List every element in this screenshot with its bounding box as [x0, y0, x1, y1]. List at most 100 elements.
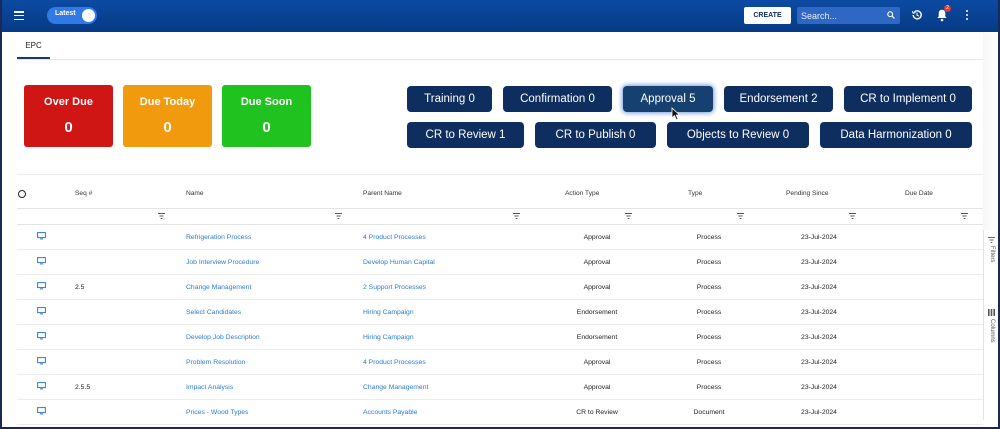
table-row[interactable]: Job Interview Procedure Develop Human Cap…	[17, 250, 983, 275]
app-window: Latest CREATE 2 EPC Over Due 0 Due Today…	[0, 0, 1000, 429]
seq-cell: 2.5.5	[75, 384, 91, 391]
type-cell: Process	[696, 259, 722, 266]
over-due-count: 0	[64, 119, 73, 136]
table-row[interactable]: 2.5 Change Management 2 Support Processes A…	[17, 275, 983, 300]
data-harmonization-queue-button[interactable]: Data Harmonization 0	[820, 122, 972, 148]
training-queue-button[interactable]: Training 0	[407, 86, 492, 112]
column-header-due-date[interactable]: Due Date	[905, 190, 933, 197]
table-row[interactable]: 2.5.5 Impact Analysis Change Management App…	[17, 375, 983, 400]
column-header-type[interactable]: Type	[688, 190, 702, 197]
name-link[interactable]: Change Management	[186, 284, 251, 291]
name-link[interactable]: Refrigeration Process	[186, 234, 251, 241]
monitor-icon[interactable]	[37, 382, 46, 390]
monitor-icon[interactable]	[37, 282, 46, 290]
toggle-knob	[82, 9, 95, 22]
action-type-cell: Approval	[583, 234, 611, 241]
name-link[interactable]: Impact Analysis	[186, 384, 233, 391]
pending-since-cell: 23-Jul-2024	[801, 259, 837, 266]
table-row[interactable]: Refrigeration Process 4 Product Processes…	[17, 225, 983, 250]
monitor-icon[interactable]	[37, 357, 46, 365]
action-type-cell: Approval	[583, 284, 611, 291]
search-icon[interactable]	[887, 11, 895, 19]
columns-icon[interactable]	[988, 309, 995, 316]
action-type-cell: Endorsement	[576, 334, 618, 341]
due-today-title: Due Today	[139, 96, 196, 108]
parent-name-link[interactable]: Develop Human Capital	[363, 259, 435, 266]
seq-cell: 2.5	[75, 284, 85, 291]
due-today-count: 0	[163, 119, 172, 136]
monitor-icon[interactable]	[37, 407, 46, 415]
type-cell: Process	[696, 309, 722, 316]
monitor-icon[interactable]	[37, 232, 46, 240]
name-link[interactable]: Problem Resolution	[186, 359, 245, 366]
monitor-icon[interactable]	[37, 332, 46, 340]
create-button[interactable]: CREATE	[744, 7, 791, 24]
parent-name-link[interactable]: Hiring Campaign	[363, 334, 414, 341]
parent-name-link[interactable]: 2 Support Processes	[363, 284, 426, 291]
parent-name-link[interactable]: Change Management	[363, 384, 428, 391]
objects-to-review-queue-button[interactable]: Objects to Review 0	[667, 122, 809, 148]
name-link[interactable]: Select Candidates	[186, 309, 241, 316]
menu-icon[interactable]	[14, 11, 24, 21]
pending-since-cell: 23-Jul-2024	[801, 234, 837, 241]
filter-icon[interactable]	[158, 213, 165, 219]
mouse-pointer-icon	[671, 107, 681, 121]
parent-name-link[interactable]: 4 Product Processes	[363, 359, 426, 366]
column-header-action-type[interactable]: Action Type	[565, 190, 599, 197]
cr-to-review-queue-button[interactable]: CR to Review 1	[407, 122, 524, 148]
more-options-icon[interactable]	[966, 10, 969, 21]
grid-side-gutter	[983, 33, 998, 230]
latest-toggle[interactable]: Latest	[47, 7, 97, 24]
column-header-name[interactable]: Name	[186, 190, 204, 197]
column-header-pending-since[interactable]: Pending Since	[786, 190, 829, 197]
filter-icon[interactable]	[961, 213, 968, 219]
confirmation-queue-button[interactable]: Confirmation 0	[503, 86, 612, 112]
due-soon-count: 0	[262, 119, 271, 136]
action-type-cell: Approval	[583, 259, 611, 266]
filter-icon[interactable]	[513, 213, 520, 219]
column-header-parent-name[interactable]: Parent Name	[363, 190, 402, 197]
table-row[interactable]: Develop Job Description Hiring Campaign En…	[17, 325, 983, 350]
cr-to-publish-queue-button[interactable]: CR to Publish 0	[535, 122, 656, 148]
filter-icon[interactable]	[625, 213, 632, 219]
parent-name-link[interactable]: Accounts Payable	[363, 409, 417, 416]
cr-to-implement-queue-button[interactable]: CR to Implement 0	[844, 86, 972, 112]
table-row[interactable]: Problem Resolution 4 Product Processes App…	[17, 350, 983, 375]
type-cell: Process	[696, 359, 722, 366]
column-header-seq[interactable]: Seq #	[75, 190, 92, 197]
name-link[interactable]: Job Interview Procedure	[186, 259, 259, 266]
action-type-cell: Approval	[583, 359, 611, 366]
parent-name-link[interactable]: 4 Product Processes	[363, 234, 426, 241]
type-cell: Process	[696, 384, 722, 391]
type-cell: Process	[696, 284, 722, 291]
select-all-radio[interactable]	[18, 190, 26, 198]
filter-icon[interactable]	[335, 213, 342, 219]
filter-icon[interactable]	[737, 213, 744, 219]
tab-divider	[17, 59, 983, 60]
pending-since-cell: 23-Jul-2024	[801, 359, 837, 366]
parent-name-link[interactable]: Hiring Campaign	[363, 309, 414, 316]
name-link[interactable]: Develop Job Description	[186, 334, 260, 341]
table-row[interactable]: Select Candidates Hiring Campaign Endorsem…	[17, 300, 983, 325]
over-due-card[interactable]: Over Due 0	[24, 85, 113, 147]
type-cell: Process	[696, 334, 722, 341]
pending-since-cell: 23-Jul-2024	[801, 284, 837, 291]
search-box[interactable]	[797, 7, 900, 24]
monitor-icon[interactable]	[37, 257, 46, 265]
filter-icon[interactable]	[849, 213, 856, 219]
pending-since-cell: 23-Jul-2024	[801, 384, 837, 391]
type-cell: Document	[693, 409, 725, 416]
search-input[interactable]	[801, 9, 881, 22]
notification-badge: 2	[944, 5, 951, 12]
monitor-icon[interactable]	[37, 307, 46, 315]
table-row[interactable]: Prices - Wood Types Accounts Payable CR to…	[17, 400, 983, 425]
approval-queue-button[interactable]: Approval 5	[623, 86, 713, 112]
endorsement-queue-button[interactable]: Endorsement 2	[724, 86, 833, 112]
due-today-card[interactable]: Due Today 0	[123, 85, 212, 147]
filters-icon[interactable]	[988, 237, 995, 243]
filters-panel-label[interactable]: Filters	[989, 246, 995, 262]
columns-panel-label[interactable]: Columns	[989, 319, 995, 343]
history-icon[interactable]	[911, 9, 923, 21]
due-soon-card[interactable]: Due Soon 0	[222, 85, 311, 147]
name-link[interactable]: Prices - Wood Types	[186, 409, 248, 416]
